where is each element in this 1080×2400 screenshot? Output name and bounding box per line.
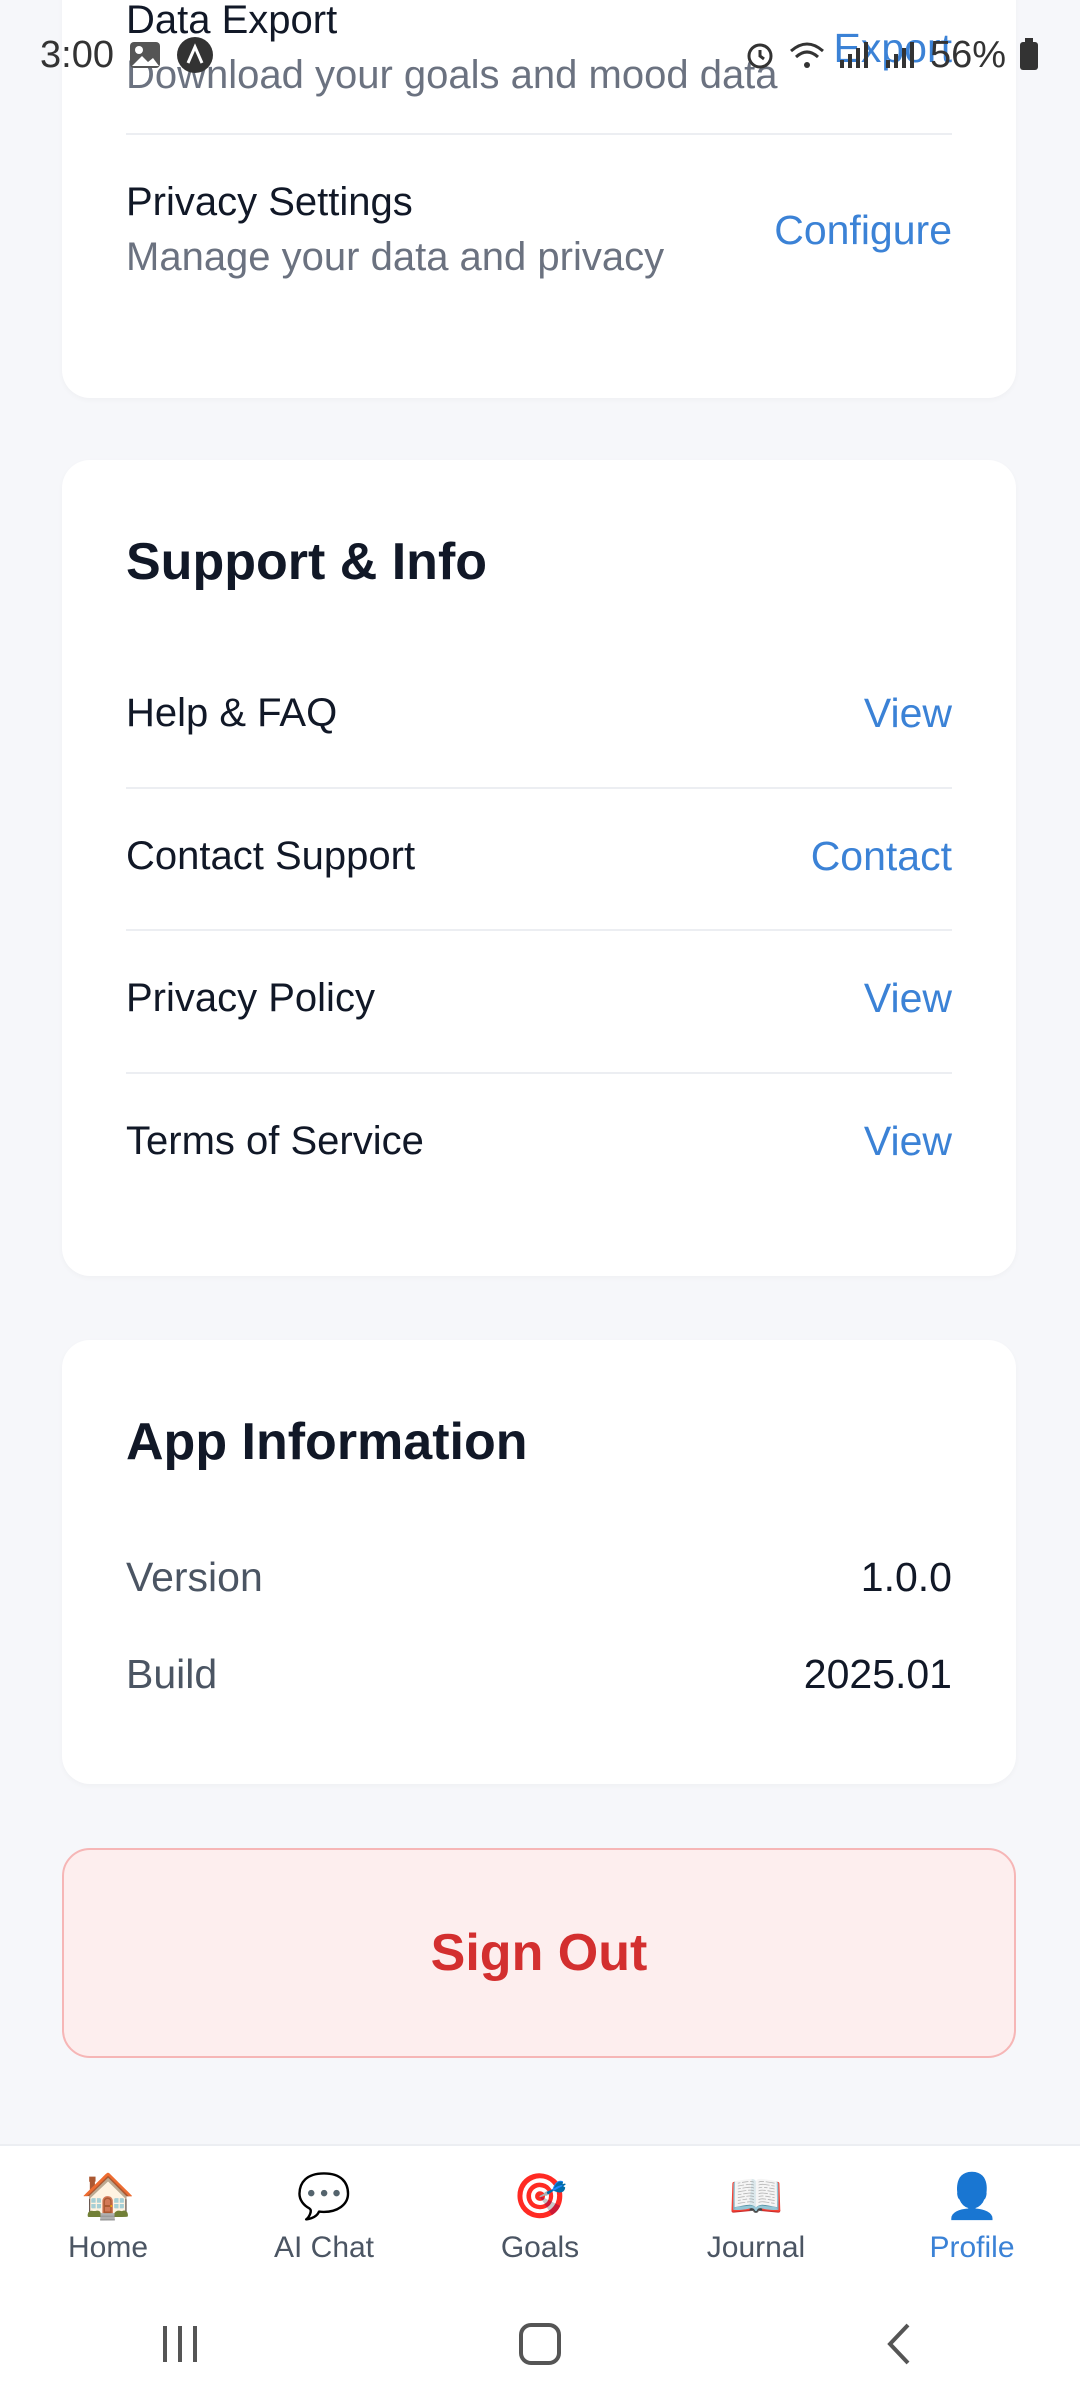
divider — [126, 133, 952, 135]
help-faq-row[interactable]: Help & FAQ View — [126, 690, 952, 737]
terms-label: Terms of Service — [126, 1119, 424, 1163]
nav-ai-chat[interactable]: 💬 AI Chat — [234, 2171, 414, 2265]
sign-out-label: Sign Out — [430, 1924, 648, 1982]
app-icon — [176, 36, 214, 74]
nav-journal-label: Journal — [706, 2231, 806, 2264]
terms-row[interactable]: Terms of Service View — [126, 1118, 952, 1165]
version-label: Version — [126, 1554, 263, 1600]
nav-ai-chat-label: AI Chat — [273, 2231, 375, 2264]
status-left: 3:00 — [40, 34, 214, 77]
signal2-icon — [884, 40, 918, 70]
alarm-icon — [744, 39, 776, 71]
support-section-title: Support & Info — [126, 533, 488, 591]
app-info-card: App Information Version 1.0.0 Build 2025… — [62, 1340, 1016, 1784]
battery-icon — [1018, 38, 1040, 72]
privacy-policy-label: Privacy Policy — [126, 976, 375, 1020]
nav-profile-label: Profile — [929, 2231, 1015, 2264]
chat-icon: 💬 — [296, 2172, 352, 2221]
contact-support-label: Contact Support — [126, 834, 416, 878]
terms-view-link[interactable]: View — [864, 1118, 952, 1165]
nav-profile[interactable]: 👤 Profile — [882, 2171, 1062, 2265]
recent-apps-button[interactable] — [120, 2304, 240, 2384]
recent-apps-icon — [163, 2326, 197, 2362]
help-faq-view-link[interactable]: View — [864, 690, 952, 737]
contact-support-row[interactable]: Contact Support Contact — [126, 833, 952, 880]
privacy-settings-title: Privacy Settings — [126, 180, 413, 224]
build-value: 2025.01 — [803, 1651, 952, 1697]
status-bar: 3:00 56% — [0, 0, 1080, 110]
privacy-policy-view-link[interactable]: View — [864, 975, 952, 1022]
nav-home-label: Home — [67, 2231, 149, 2264]
profile-icon: 👤 — [944, 2172, 1000, 2221]
privacy-settings-subtitle: Manage your data and privacy — [126, 235, 665, 279]
contact-link[interactable]: Contact — [811, 833, 952, 880]
system-nav-bar — [0, 2288, 1080, 2400]
home-icon: 🏠 — [80, 2172, 136, 2221]
back-chevron-icon — [887, 2323, 910, 2365]
wifi-icon — [788, 39, 826, 71]
nav-home[interactable]: 🏠 Home — [18, 2171, 198, 2265]
nav-journal[interactable]: 📖 Journal — [666, 2171, 846, 2265]
privacy-policy-row[interactable]: Privacy Policy View — [126, 975, 952, 1022]
app-info-title: App Information — [126, 1413, 528, 1471]
nav-goals-label: Goals — [500, 2231, 580, 2264]
home-button[interactable] — [480, 2304, 600, 2384]
nav-goals[interactable]: 🎯 Goals — [450, 2171, 630, 2265]
sign-out-button[interactable]: Sign Out — [62, 1848, 1016, 2058]
build-label: Build — [126, 1651, 218, 1697]
home-square-icon — [519, 2323, 561, 2365]
bottom-nav: 🏠 Home 💬 AI Chat 🎯 Goals 📖 Journal 👤 Pro… — [0, 2144, 1080, 2290]
version-row: Version 1.0.0 — [126, 1554, 952, 1601]
divider — [126, 1072, 952, 1074]
image-icon — [128, 40, 162, 70]
target-icon: 🎯 — [512, 2172, 568, 2221]
status-time: 3:00 — [40, 33, 114, 76]
signal-icon — [838, 40, 872, 70]
configure-link[interactable]: Configure — [774, 207, 952, 254]
book-icon: 📖 — [728, 2172, 784, 2221]
build-row: Build 2025.01 — [126, 1651, 952, 1698]
help-faq-label: Help & FAQ — [126, 691, 338, 735]
divider — [126, 929, 952, 931]
back-button[interactable] — [840, 2304, 960, 2384]
privacy-settings-row[interactable]: Privacy Settings Manage your data and pr… — [126, 180, 952, 280]
version-value: 1.0.0 — [860, 1554, 952, 1600]
divider — [126, 787, 952, 789]
battery-percent: 56% — [929, 33, 1006, 76]
support-info-card: Support & Info Help & FAQ View Contact S… — [62, 460, 1016, 1276]
status-right: 56% — [744, 34, 1040, 77]
